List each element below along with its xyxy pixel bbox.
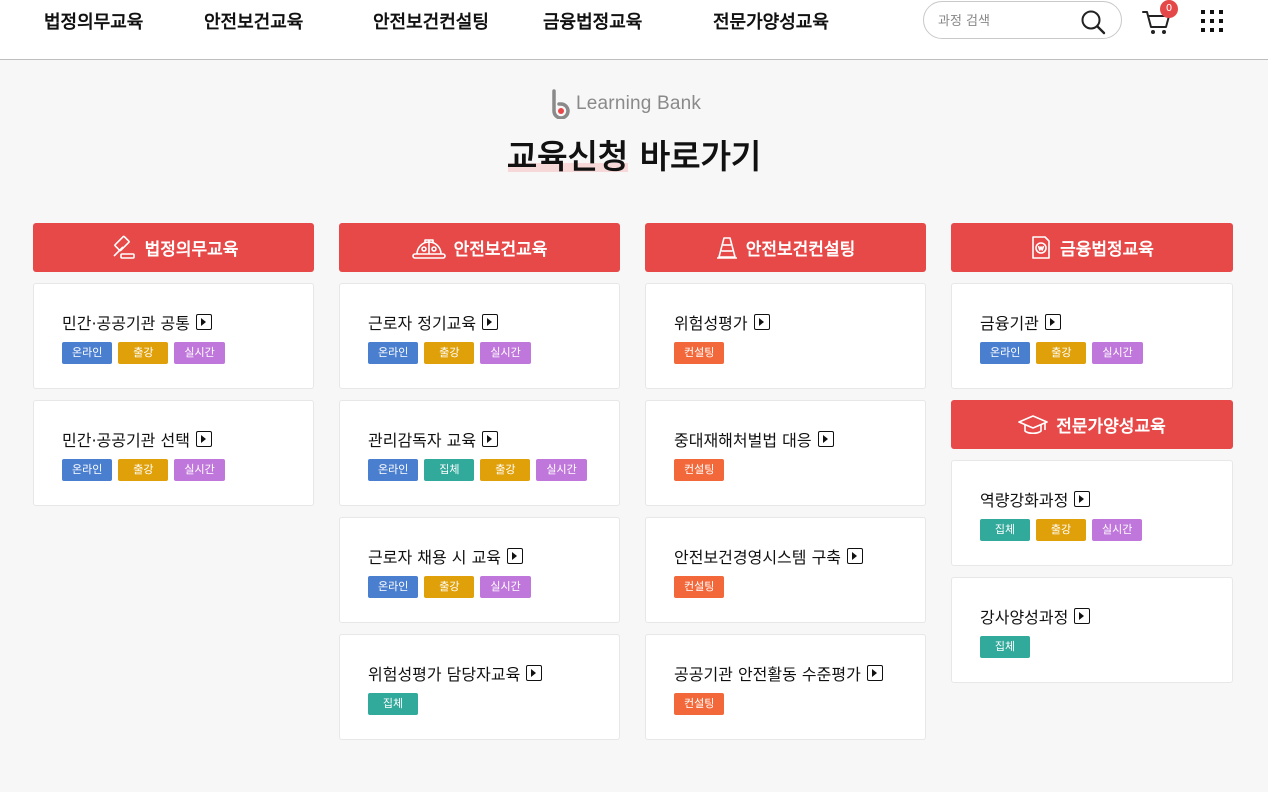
tag-group: 집체: [980, 636, 1030, 658]
tag-realtime: 실시간: [480, 342, 531, 364]
nav-item-safety-education[interactable]: 안전보건교육: [204, 8, 303, 34]
nav-item-expert-training[interactable]: 전문가양성교육: [713, 8, 829, 34]
search-input[interactable]: [938, 11, 1078, 31]
arrow-right-icon: [1074, 491, 1091, 507]
course-title: 민간·공공기관 공통: [62, 314, 190, 333]
arrow-right-icon: [753, 314, 770, 330]
course-title: 위험성평가 담당자교육: [368, 665, 521, 684]
finance-document-icon: [1032, 235, 1050, 259]
tag-consulting: 컨설팅: [674, 693, 725, 715]
nav-item-safety-consulting[interactable]: 안전보건컨설팅: [373, 8, 489, 34]
category-title: 안전보건교육: [453, 240, 548, 260]
course-title: 근로자 채용 시 교육: [368, 548, 502, 567]
course-card[interactable]: 관리감독자 교육 온라인 집체 출강 실시간: [339, 400, 620, 506]
category-header-expert-training[interactable]: 전문가양성교육: [951, 400, 1233, 449]
tag-realtime: 실시간: [1092, 342, 1143, 364]
course-title: 관리감독자 교육: [368, 431, 477, 450]
arrow-right-icon: [1074, 608, 1091, 624]
tag-realtime: 실시간: [480, 576, 531, 598]
course-title: 중대재해처벌법 대응: [674, 431, 812, 450]
tag-onsite: 출강: [480, 459, 531, 481]
graduation-cap-icon: [1018, 414, 1049, 434]
nav-item-finance-education[interactable]: 금융법정교육: [543, 8, 642, 34]
course-title: 금융기관: [980, 314, 1039, 333]
tag-online: 온라인: [368, 459, 419, 481]
tag-online: 온라인: [368, 342, 419, 364]
course-card[interactable]: 역량강화과정 집체 출강 실시간: [951, 460, 1233, 566]
course-card[interactable]: 근로자 정기교육 온라인 출강 실시간: [339, 283, 620, 389]
course-card[interactable]: 민간·공공기관 공통 온라인 출강 실시간: [33, 283, 314, 389]
page-title: 교육신청 바로가기: [506, 137, 762, 176]
arrow-right-icon: [526, 665, 543, 681]
course-title: 역량강화과정: [980, 491, 1069, 510]
course-card[interactable]: 민간·공공기관 선택 온라인 출강 실시간: [33, 400, 314, 506]
tag-onsite: 출강: [1036, 519, 1086, 541]
nav-item-legal-education[interactable]: 법정의무교육: [44, 8, 143, 34]
category-title: 안전보건컨설팅: [745, 240, 856, 260]
arrow-right-icon: [482, 314, 499, 330]
all-menu-grid-icon[interactable]: [1200, 10, 1226, 32]
arrow-right-icon: [195, 314, 212, 330]
gavel-icon: [113, 235, 135, 259]
category-header-finance-education[interactable]: 금융법정교육: [951, 223, 1233, 272]
tag-consulting: 컨설팅: [674, 459, 725, 481]
category-header-legal-education[interactable]: 법정의무교육: [33, 223, 314, 272]
course-card[interactable]: 위험성평가 컨설팅: [645, 283, 926, 389]
brand-name: Learning Bank: [576, 93, 702, 114]
tag-onsite: 출강: [424, 342, 475, 364]
tag-onsite: 출강: [1036, 342, 1087, 364]
category-title: 전문가양성교육: [1056, 417, 1166, 437]
arrow-right-icon: [817, 431, 834, 447]
tag-onsite: 출강: [118, 459, 169, 481]
tag-online: 온라인: [62, 459, 113, 481]
tag-group: 집체: [424, 459, 475, 481]
arrow-right-icon: [866, 665, 883, 681]
brand-logo: Learning Bank: [550, 88, 701, 120]
tag-online: 온라인: [62, 342, 113, 364]
cart-count-badge: 0: [1160, 0, 1178, 18]
course-card[interactable]: 안전보건경영시스템 구축 컨설팅: [645, 517, 926, 623]
top-navigation-bar: 법정의무교육 안전보건교육 안전보건컨설팅 금융법정교육 전문가양성교육 0: [0, 0, 1268, 60]
tag-group: 집체: [368, 693, 418, 715]
arrow-right-icon: [1044, 314, 1061, 330]
category-title: 법정의무교육: [144, 240, 239, 260]
tag-onsite: 출강: [118, 342, 169, 364]
course-title: 공공기관 안전활동 수준평가: [674, 665, 861, 684]
course-title: 안전보건경영시스템 구축: [674, 548, 842, 567]
course-title: 강사양성과정: [980, 608, 1069, 627]
tag-realtime: 실시간: [174, 342, 225, 364]
course-card[interactable]: 공공기관 안전활동 수준평가 컨설팅: [645, 634, 926, 740]
tag-onsite: 출강: [424, 576, 475, 598]
search-box: [923, 1, 1122, 39]
course-card[interactable]: 위험성평가 담당자교육 집체: [339, 634, 620, 740]
tag-online: 온라인: [368, 576, 419, 598]
course-card[interactable]: 강사양성과정 집체: [951, 577, 1233, 683]
arrow-right-icon: [482, 431, 499, 447]
tag-consulting: 컨설팅: [674, 342, 725, 364]
tag-realtime: 실시간: [536, 459, 587, 481]
tag-consulting: 컨설팅: [674, 576, 725, 598]
course-title: 근로자 정기교육: [368, 314, 477, 333]
traffic-cone-icon: [716, 236, 737, 259]
course-card[interactable]: 중대재해처벌법 대응 컨설팅: [645, 400, 926, 506]
tag-realtime: 실시간: [1092, 519, 1143, 541]
tag-realtime: 실시간: [174, 459, 225, 481]
tag-online: 온라인: [980, 342, 1031, 364]
category-header-safety-education[interactable]: 안전보건교육: [339, 223, 620, 272]
tag-group: 집체: [980, 519, 1030, 541]
arrow-right-icon: [507, 548, 524, 564]
course-card[interactable]: 금융기관 온라인 출강 실시간: [951, 283, 1233, 389]
hard-hat-icon: [411, 238, 446, 259]
arrow-right-icon: [847, 548, 864, 564]
course-title: 민간·공공기관 선택: [62, 431, 190, 450]
category-title: 금융법정교육: [1060, 240, 1154, 260]
search-icon[interactable]: [1079, 8, 1107, 36]
course-title: 위험성평가: [674, 314, 748, 333]
category-header-safety-consulting[interactable]: 안전보건컨설팅: [645, 223, 926, 272]
learning-bank-logo-icon: [552, 89, 570, 119]
arrow-right-icon: [195, 431, 212, 447]
course-card[interactable]: 근로자 채용 시 교육 온라인 출강 실시간: [339, 517, 620, 623]
